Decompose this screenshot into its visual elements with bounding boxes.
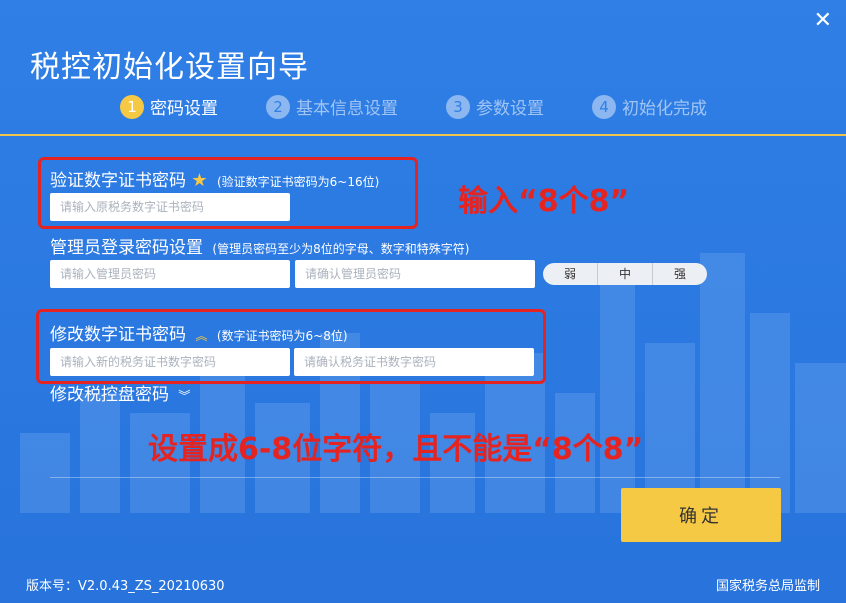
step-number-1: 1	[120, 94, 144, 119]
step-basic-info: 2 基本信息设置	[266, 94, 398, 119]
supervisor-label: 国家税务总局监制	[715, 579, 820, 594]
step-password: 1 密码设置	[120, 94, 218, 119]
step-number-4: 4	[592, 94, 616, 119]
admin-password-label: 管理员登录密码设置	[50, 238, 203, 258]
admin-password-input[interactable]	[50, 260, 290, 288]
step-parameters: 3 参数设置	[446, 94, 544, 119]
strength-strong: 强	[673, 267, 686, 281]
confirm-button[interactable]: 确定	[621, 488, 781, 542]
window-title: 税控初始化设置向导	[30, 50, 309, 85]
annotation-text-bottom: 设置成6-8位字符，且不能是“8个8”	[148, 432, 644, 467]
annotation-text-top: 输入“8个8”	[458, 184, 630, 219]
annotation-box-modify	[36, 309, 546, 384]
step-label: 初始化完成	[622, 99, 707, 119]
admin-password-hint: (管理员密码至少为8位的字母、数字和特殊字符)	[212, 242, 470, 256]
step-label: 基本信息设置	[296, 99, 398, 119]
step-label: 参数设置	[476, 99, 544, 119]
admin-password-confirm-input[interactable]	[295, 260, 535, 288]
admin-password-section: 管理员登录密码设置 (管理员密码至少为8位的字母、数字和特殊字符)	[50, 233, 469, 258]
expand-down-icon[interactable]: ︾	[178, 389, 190, 403]
modify-disk-label: 修改税控盘密码	[50, 385, 169, 405]
step-complete: 4 初始化完成	[592, 94, 707, 119]
strength-medium: 中	[598, 263, 653, 285]
footer-divider	[50, 477, 780, 478]
strength-weak: 弱	[543, 263, 598, 285]
header-divider	[0, 134, 846, 136]
version-label: 版本号：V2.0.43_ZS_20210630	[26, 579, 225, 594]
step-label: 密码设置	[150, 99, 218, 119]
wizard-steps: 1 密码设置 2 基本信息设置 3 参数设置 4 初始化完成	[120, 94, 755, 119]
password-strength-indicator: 弱 中 强	[543, 263, 707, 285]
close-icon[interactable]: ✕	[814, 10, 832, 32]
init-wizard-window: 税控初始化设置向导 ✕ 1 密码设置 2 基本信息设置 3 参数设置 4 初始化…	[0, 0, 846, 603]
step-number-3: 3	[446, 94, 470, 119]
annotation-box-verify	[38, 157, 418, 229]
step-number-2: 2	[266, 94, 290, 119]
